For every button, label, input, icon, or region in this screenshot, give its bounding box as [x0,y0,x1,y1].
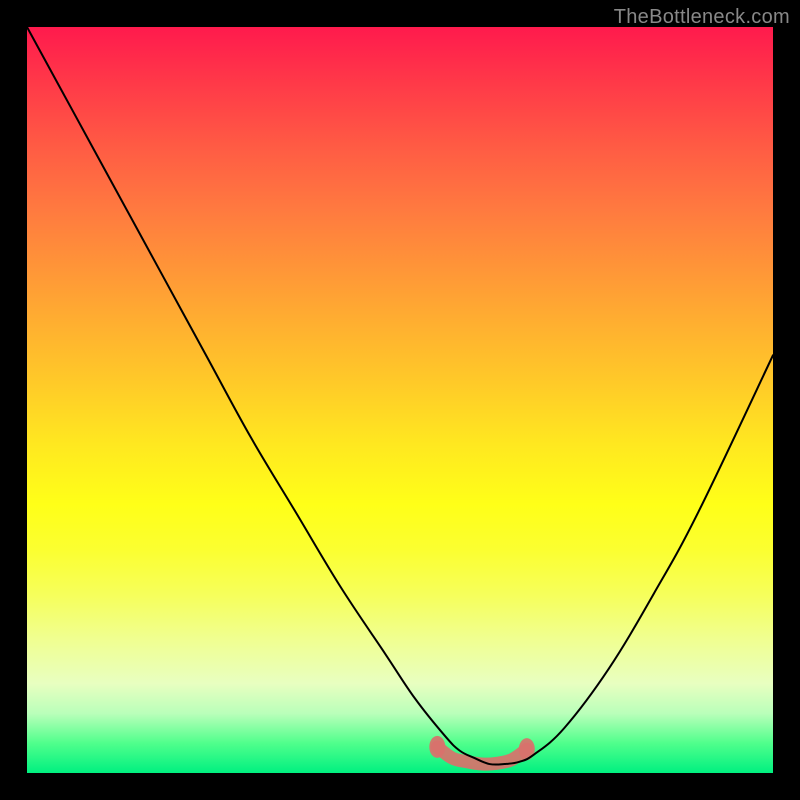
curve-svg [27,27,773,773]
watermark-text: TheBottleneck.com [614,6,790,29]
bottleneck-curve [27,27,773,765]
chart-container: TheBottleneck.com [0,0,800,800]
plot-area [27,27,773,773]
optimal-range-marker [429,736,535,764]
